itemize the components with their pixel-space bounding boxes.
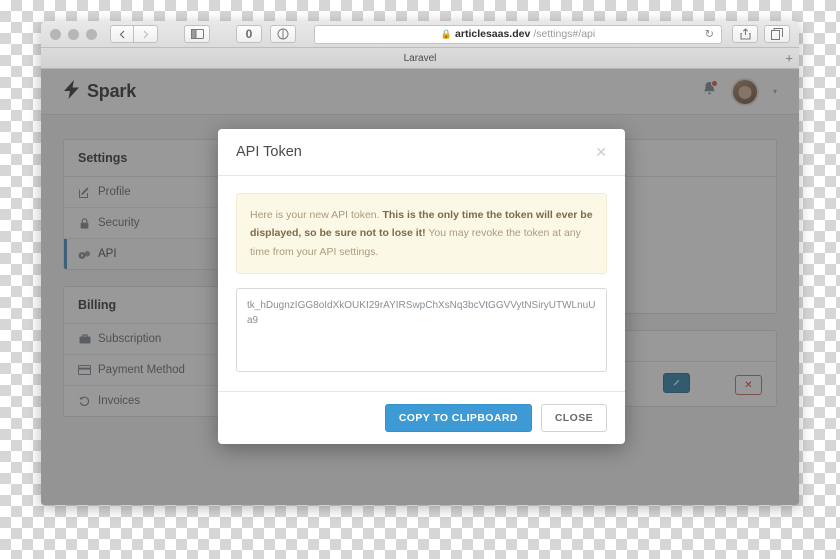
browser-titlebar: 0 🔒 articlesaas.dev/settings#/api ↻ [41, 21, 799, 48]
close-icon[interactable]: ✕ [595, 145, 607, 159]
browser-right-tools [732, 25, 790, 43]
show-tabs-button[interactable] [764, 25, 790, 43]
page-content: Spark ▾ Settings [41, 69, 799, 505]
modal-title: API Token [236, 144, 302, 160]
share-button[interactable] [732, 25, 758, 43]
info-circle-icon [277, 28, 289, 40]
browser-tabstrip: Laravel + [41, 48, 799, 69]
alert-lead-text: Here is your new API token. [250, 209, 383, 221]
copy-to-clipboard-button[interactable]: COPY TO CLIPBOARD [384, 404, 532, 433]
back-button[interactable] [110, 25, 134, 43]
url-path: /settings#/api [533, 28, 596, 40]
chevron-right-icon [143, 30, 148, 38]
url-text: 🔒 articlesaas.dev/settings#/api [441, 28, 595, 40]
modal-header: API Token ✕ [218, 129, 625, 176]
close-window-button[interactable] [50, 28, 61, 40]
api-token-modal: API Token ✕ Here is your new API token. … [218, 129, 625, 445]
reader-view-button[interactable]: 0 [236, 25, 262, 43]
url-host: articlesaas.dev [455, 28, 531, 40]
minimize-window-button[interactable] [68, 28, 79, 40]
lock-icon: 🔒 [440, 28, 453, 39]
window-traffic-lights [50, 28, 97, 40]
modal-footer: COPY TO CLIPBOARD CLOSE [218, 391, 625, 444]
reload-icon[interactable]: ↻ [705, 28, 714, 41]
show-tabs-icon [771, 28, 783, 40]
modal-body: Here is your new API token. This is the … [218, 176, 625, 391]
new-tab-button[interactable]: + [785, 52, 793, 65]
sidebar-toggle-icon [190, 29, 204, 39]
chevron-left-icon [119, 30, 125, 38]
maximize-window-button[interactable] [86, 28, 97, 40]
share-icon [739, 28, 751, 40]
api-token-textarea[interactable]: tk_hDugnzIGG8oIdXkOUKI29rAYIRSwpChXsNq3b… [236, 288, 607, 373]
address-bar[interactable]: 🔒 articlesaas.dev/settings#/api ↻ [314, 24, 722, 44]
page-info-button[interactable] [270, 25, 296, 43]
sidebar-toggle-button[interactable] [184, 25, 210, 43]
token-warning-alert: Here is your new API token. This is the … [236, 193, 607, 275]
forward-button[interactable] [134, 25, 158, 43]
browser-tab[interactable]: Laravel [41, 48, 799, 69]
close-button[interactable]: CLOSE [540, 404, 607, 433]
browser-nav-buttons [110, 25, 158, 43]
browser-window: 0 🔒 articlesaas.dev/settings#/api ↻ Lara… [41, 21, 799, 505]
